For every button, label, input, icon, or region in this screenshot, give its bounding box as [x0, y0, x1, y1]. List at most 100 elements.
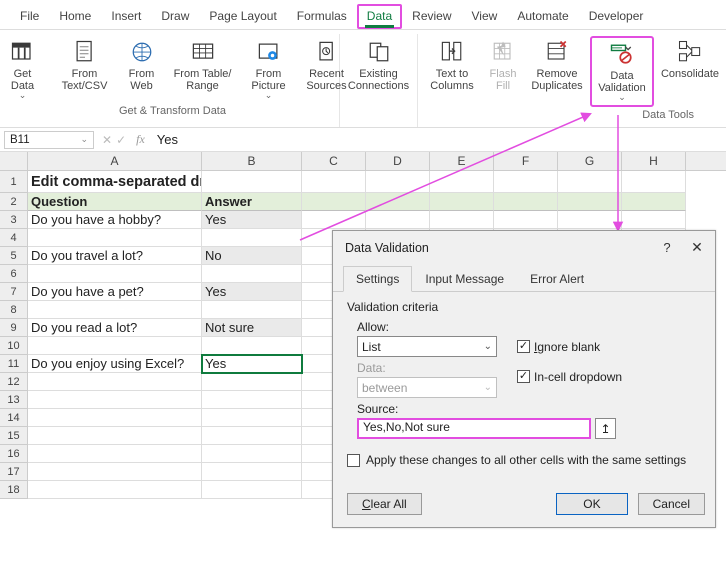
cell-b3[interactable]: Yes — [202, 211, 302, 229]
incell-dropdown-checkbox[interactable]: ✓ In-cell dropdown — [517, 370, 622, 384]
text-to-columns-button[interactable]: Text to Columns — [426, 36, 478, 107]
cell-a9[interactable]: Do you read a lot? — [28, 319, 202, 337]
ribbon-group-label-2: Data Tools — [642, 107, 722, 123]
tab-home[interactable]: Home — [49, 4, 101, 29]
tab-formulas[interactable]: Formulas — [287, 4, 357, 29]
cell-c1[interactable] — [302, 171, 366, 193]
cancel-icon[interactable]: ✕ — [102, 133, 112, 147]
col-e[interactable]: E — [430, 152, 494, 170]
row-2[interactable]: 2 — [0, 193, 28, 211]
tab-review[interactable]: Review — [402, 4, 461, 29]
allow-value: List — [362, 340, 381, 354]
source-input[interactable]: Yes,No,Not sure — [357, 418, 591, 439]
text-to-columns-label: Text to Columns — [430, 68, 473, 92]
col-g[interactable]: G — [558, 152, 622, 170]
dialog-tab-input-message[interactable]: Input Message — [412, 266, 517, 291]
consolidate-label: Consolidate — [661, 68, 719, 80]
cell-a3[interactable]: Do you have a hobby? — [28, 211, 202, 229]
range-selector-button[interactable]: ↥ — [595, 418, 616, 439]
flash-fill-button[interactable]: Flash Fill — [482, 36, 524, 107]
cell-b9[interactable]: Not sure — [202, 319, 302, 337]
row-1[interactable]: 1 — [0, 171, 28, 193]
enter-icon[interactable]: ✓ — [116, 133, 126, 147]
col-h[interactable]: H — [622, 152, 686, 170]
cell-a5[interactable]: Do you travel a lot? — [28, 247, 202, 265]
chevron-down-icon: ⌄ — [484, 382, 492, 393]
from-web-label: From Web — [129, 68, 155, 92]
formula-bar-icons: ✕ ✓ — [98, 133, 130, 147]
remove-duplicates-label: Remove Duplicates — [531, 68, 582, 92]
consolidate-button[interactable]: Consolidate — [658, 36, 722, 107]
chevron-down-icon: ⌄ — [484, 341, 492, 352]
tab-automate[interactable]: Automate — [507, 4, 578, 29]
cell-a2[interactable]: Question — [28, 193, 202, 211]
fx-icon[interactable]: fx — [130, 132, 151, 147]
get-data-button[interactable]: Get Data ⌄ — [0, 36, 52, 103]
cell-b11[interactable]: Yes ▼ — [202, 355, 302, 373]
dropdown-icon: ⌄ — [265, 91, 273, 101]
existing-connections-label: Existing Connections — [348, 68, 409, 92]
allow-label: Allow: — [357, 316, 701, 336]
chevron-down-icon: ⌄ — [80, 134, 88, 145]
from-textcsv-label: From Text/CSV — [62, 68, 108, 92]
name-box-value: B11 — [10, 134, 30, 146]
dialog-title: Data Validation — [345, 241, 429, 255]
formula-value[interactable]: Yes — [151, 132, 178, 147]
col-d[interactable]: D — [366, 152, 430, 170]
cell-b7[interactable]: Yes — [202, 283, 302, 301]
name-box[interactable]: B11 ⌄ — [4, 131, 94, 149]
dialog-help-button[interactable]: ? — [659, 240, 675, 255]
cell-a7[interactable]: Do you have a pet? — [28, 283, 202, 301]
tab-draw[interactable]: Draw — [151, 4, 199, 29]
cell-b2[interactable]: Answer — [202, 193, 302, 211]
col-a[interactable]: A — [28, 152, 202, 170]
from-textcsv-button[interactable]: From Text/CSV — [56, 36, 114, 103]
select-all-corner[interactable] — [0, 152, 28, 170]
tab-data[interactable]: Data — [357, 4, 402, 29]
allow-select[interactable]: List ⌄ — [357, 336, 497, 357]
ribbon-tabs: File Home Insert Draw Page Layout Formul… — [0, 0, 726, 30]
source-label: Source: — [357, 398, 701, 418]
col-c[interactable]: C — [302, 152, 366, 170]
dialog-tab-error-alert[interactable]: Error Alert — [517, 266, 597, 291]
remove-duplicates-button[interactable]: Remove Duplicates — [528, 36, 586, 107]
cell-b5[interactable]: No — [202, 247, 302, 265]
col-f[interactable]: F — [494, 152, 558, 170]
data-validation-label: Data Validation — [598, 70, 646, 94]
from-table-label: From Table/ Range — [174, 68, 232, 92]
col-b[interactable]: B — [202, 152, 302, 170]
tab-insert[interactable]: Insert — [101, 4, 151, 29]
tab-developer[interactable]: Developer — [579, 4, 654, 29]
apply-changes-checkbox[interactable]: Apply these changes to all other cells w… — [347, 439, 701, 477]
cell-a11[interactable]: Do you enjoy using Excel? — [28, 355, 202, 373]
ignore-blank-checkbox[interactable]: ✓ Ignore blank — [517, 340, 600, 354]
tab-file[interactable]: File — [10, 4, 49, 29]
from-table-button[interactable]: From Table/ Range — [170, 36, 236, 103]
cell-a1[interactable]: Edit comma-separated drop down list — [28, 171, 202, 193]
cancel-button[interactable]: Cancel — [638, 493, 705, 515]
data-validation-button[interactable]: Data Validation ⌄ — [590, 36, 654, 107]
tab-pagelayout[interactable]: Page Layout — [199, 4, 286, 29]
from-web-button[interactable]: From Web — [118, 36, 166, 103]
checkmark-icon: ✓ — [517, 370, 530, 383]
ok-button[interactable]: OK — [556, 493, 627, 515]
clear-all-button[interactable]: Clear All — [347, 493, 422, 515]
apply-changes-label: Apply these changes to all other cells w… — [366, 453, 686, 467]
tab-view[interactable]: View — [462, 4, 508, 29]
data-validation-dialog: Data Validation ? ✕ Settings Input Messa… — [332, 230, 716, 528]
from-picture-button[interactable]: From Picture ⌄ — [240, 36, 298, 103]
from-picture-label: From Picture — [251, 68, 285, 92]
data-select: between ⌄ — [357, 377, 497, 398]
cell-b11-value: Yes — [205, 356, 226, 371]
existing-connections-button[interactable]: Existing Connections — [344, 36, 414, 94]
formula-bar: B11 ⌄ ✕ ✓ fx Yes — [0, 128, 726, 152]
dialog-close-button[interactable]: ✕ — [689, 239, 705, 256]
column-headers: A B C D E F G H — [0, 152, 726, 171]
dropdown-icon: ⌄ — [618, 93, 626, 103]
ribbon-group-label-1: Get & Transform Data — [119, 103, 226, 119]
flash-fill-label: Flash Fill — [490, 68, 517, 92]
dialog-tab-settings[interactable]: Settings — [343, 266, 412, 292]
validation-criteria-label: Validation criteria — [347, 300, 701, 316]
dropdown-icon: ⌄ — [19, 91, 27, 101]
cell-b1[interactable] — [202, 171, 302, 193]
